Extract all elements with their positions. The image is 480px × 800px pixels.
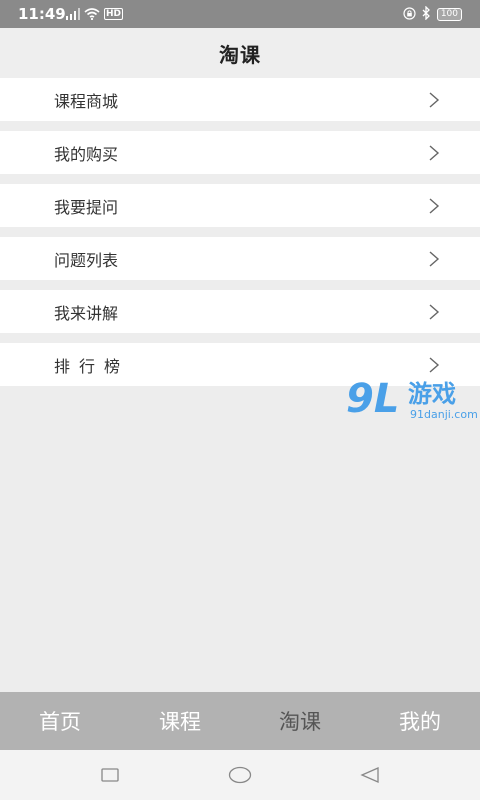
chevron-right-icon	[429, 304, 440, 320]
chevron-right-icon	[429, 251, 440, 267]
back-button[interactable]	[358, 764, 382, 786]
tab-taoke[interactable]: 淘课	[240, 692, 360, 750]
chevron-right-icon	[429, 92, 440, 108]
status-left-icons: HD	[66, 5, 124, 24]
page-title: 淘课	[219, 42, 261, 67]
menu-item-ask-question[interactable]: 我要提问	[0, 184, 480, 227]
chevron-right-icon	[429, 145, 440, 161]
menu-item-label: 排行榜	[54, 356, 130, 376]
hd-icon: HD	[104, 8, 124, 20]
chevron-right-icon	[429, 198, 440, 214]
square-icon	[101, 768, 119, 782]
watermark-logo: 9L 游戏 91danji.com	[346, 376, 478, 428]
system-nav-bar	[0, 750, 480, 800]
tab-courses[interactable]: 课程	[120, 692, 240, 750]
menu-item-label: 我来讲解	[54, 303, 119, 323]
lock-rotation-icon	[403, 5, 416, 24]
title-bar: 淘课	[0, 28, 480, 78]
watermark-mark: 9L	[346, 376, 400, 422]
menu-item-label: 课程商城	[54, 91, 119, 111]
status-bar: 11:49 HD 100	[0, 0, 480, 28]
watermark-url: 91danji.com	[410, 408, 478, 421]
battery-indicator: 100	[436, 7, 462, 21]
triangle-back-icon	[360, 767, 379, 783]
bottom-tab-bar: 首页 课程 淘课 我的	[0, 692, 480, 750]
chevron-right-icon	[429, 357, 440, 373]
menu-item-label: 问题列表	[54, 250, 119, 270]
home-button[interactable]	[228, 764, 252, 786]
menu-item-question-list[interactable]: 问题列表	[0, 237, 480, 280]
menu-item-course-store[interactable]: 课程商城	[0, 78, 480, 121]
recent-apps-button[interactable]	[98, 764, 122, 786]
menu-item-label: 我要提问	[54, 197, 119, 217]
menu-item-my-purchases[interactable]: 我的购买	[0, 131, 480, 174]
tab-home[interactable]: 首页	[0, 692, 120, 750]
circle-icon	[228, 766, 252, 784]
menu-item-i-explain[interactable]: 我来讲解	[0, 290, 480, 333]
bluetooth-icon	[422, 4, 431, 24]
tab-mine[interactable]: 我的	[360, 692, 480, 750]
wifi-icon	[84, 5, 100, 24]
watermark-name: 游戏	[408, 380, 456, 408]
cellular-signal-icon	[66, 5, 80, 24]
status-time: 11:49	[18, 5, 66, 23]
menu-item-label: 我的购买	[54, 144, 119, 164]
status-right-icons: 100	[403, 4, 462, 24]
